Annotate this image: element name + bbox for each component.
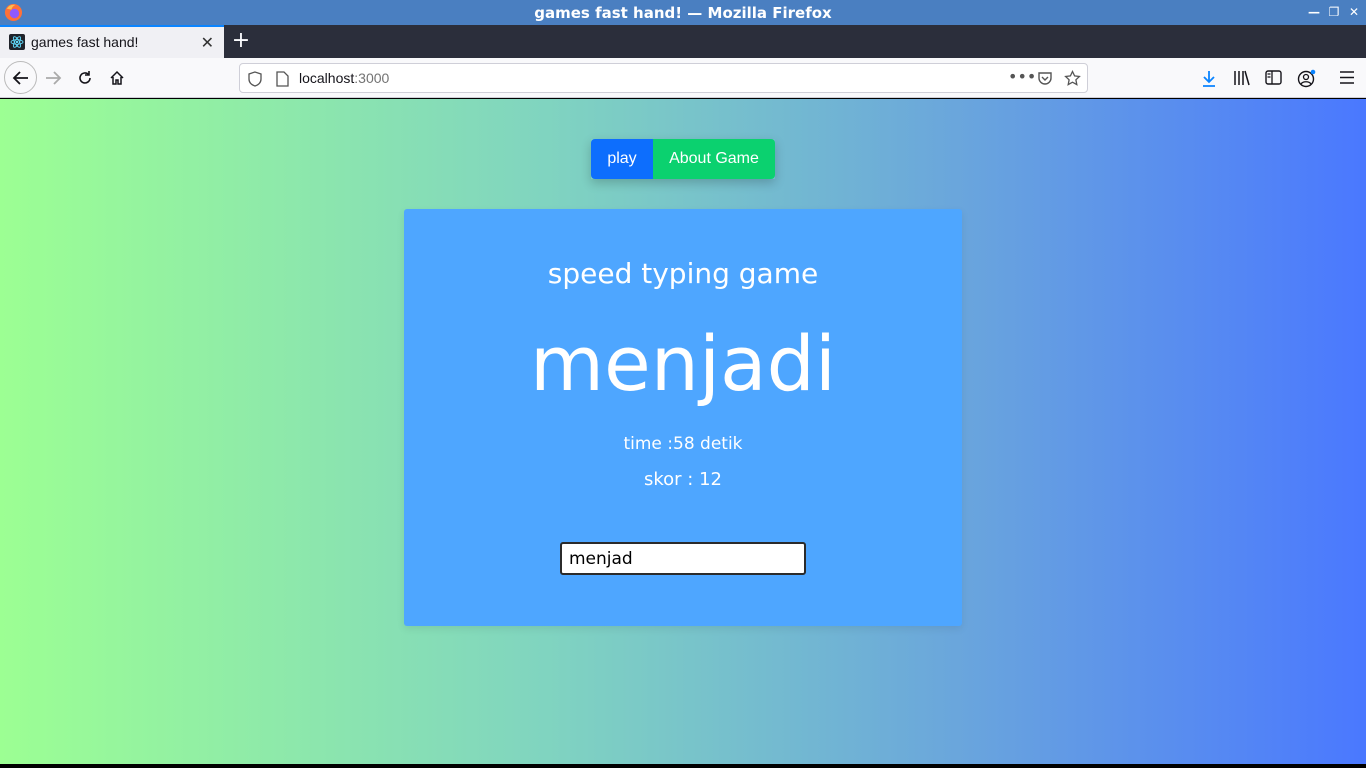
time-remaining: time :58 detik (623, 434, 743, 454)
account-icon[interactable] (1297, 69, 1316, 88)
reload-icon (79, 71, 91, 84)
navigation-toolbar: localhost:3000 ••• (0, 58, 1366, 98)
play-button[interactable]: play (591, 139, 653, 179)
page-actions-icon[interactable]: ••• (1008, 67, 1036, 86)
window-title: games fast hand! — Mozilla Firefox (534, 4, 832, 22)
tab-close-icon[interactable]: ✕ (201, 33, 214, 52)
downloads-icon[interactable] (1201, 70, 1217, 87)
bookmark-star-icon[interactable] (1064, 70, 1081, 87)
typing-input[interactable] (560, 542, 806, 575)
library-icon[interactable] (1233, 70, 1251, 86)
minimize-icon[interactable]: — (1307, 5, 1321, 19)
reload-button[interactable] (69, 62, 101, 94)
menu-hamburger-icon[interactable] (1339, 70, 1355, 85)
url-port: :3000 (354, 70, 390, 86)
about-game-button[interactable]: About Game (653, 139, 775, 179)
url-text: localhost:3000 (299, 70, 389, 86)
url-host: localhost (299, 70, 355, 86)
home-icon (110, 70, 124, 85)
new-tab-icon[interactable]: + (230, 28, 252, 53)
react-icon (9, 34, 25, 50)
score-display: skor : 12 (644, 469, 722, 490)
back-arrow-icon (12, 70, 28, 85)
url-bar[interactable]: localhost:3000 ••• (239, 63, 1088, 93)
back-button[interactable] (4, 61, 37, 94)
tab-strip: games fast hand! ✕ + (0, 25, 1366, 58)
tab-games-fast-hand[interactable]: games fast hand! ✕ (0, 25, 224, 58)
page-info-icon[interactable] (276, 71, 289, 87)
nav-button-group: play About Game (591, 139, 775, 179)
game-card: speed typing game menjadi time :58 detik… (404, 209, 962, 626)
tracking-protection-shield-icon[interactable] (248, 71, 262, 87)
game-title: speed typing game (547, 257, 819, 290)
restore-icon[interactable]: ❐ (1327, 5, 1341, 19)
sidebar-icon[interactable] (1265, 70, 1282, 85)
pocket-icon[interactable] (1037, 70, 1053, 86)
forward-button[interactable] (37, 62, 69, 94)
home-button[interactable] (101, 62, 133, 94)
current-word: menjadi (529, 319, 836, 408)
tab-label: games fast hand! (31, 34, 139, 50)
forward-arrow-icon (46, 71, 62, 85)
page-viewport: play About Game speed typing game menjad… (0, 99, 1366, 764)
close-window-icon[interactable]: ✕ (1347, 5, 1361, 19)
window-titlebar: games fast hand! — Mozilla Firefox — ❐ ✕ (0, 0, 1366, 25)
